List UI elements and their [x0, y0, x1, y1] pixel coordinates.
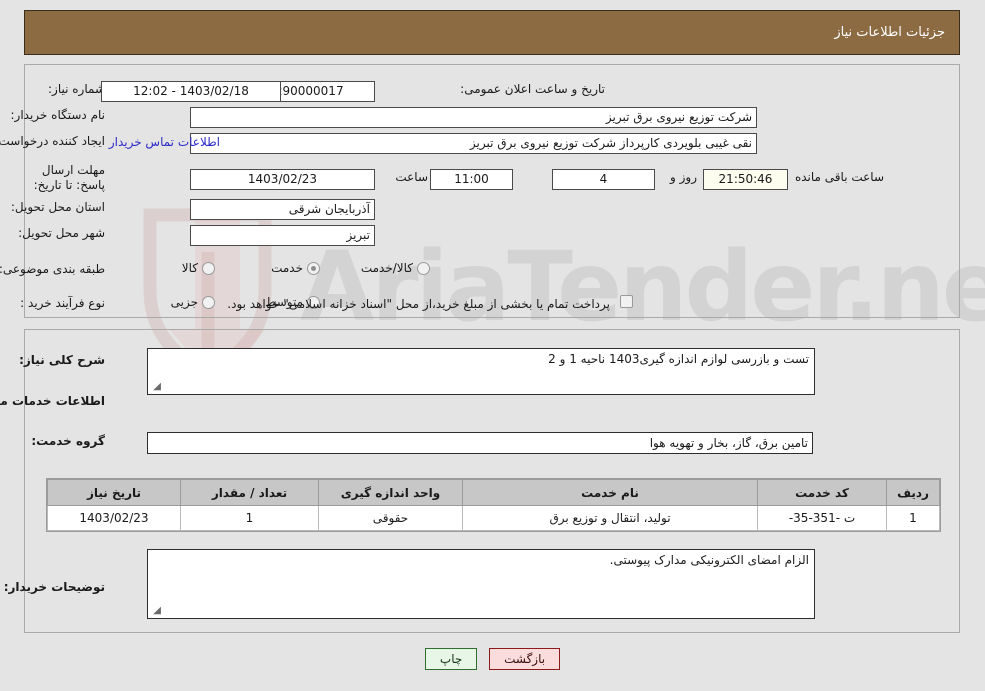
province-label-row: استان محل تحویل:	[11, 200, 105, 214]
contact-link-row: اطلاعات تماس خریدار	[109, 135, 220, 149]
buyer-notes-value: الزام امضای الکترونیکی مدارک پیوستی.	[609, 553, 809, 567]
description-textarea[interactable]: تست و بازرسی لوازم اندازه گیری1403 ناحیه…	[147, 348, 815, 395]
deadline-time-field[interactable]: 11:00	[430, 169, 513, 190]
need-number-label: شماره نیاز:	[48, 82, 105, 96]
category-option-service[interactable]: خدمت	[267, 261, 320, 275]
province-field[interactable]: آذربایجان شرقی	[190, 199, 375, 220]
services-heading-row: اطلاعات خدمات مورد نیاز	[0, 394, 105, 408]
buyer-notes-label: توضیحات خریدار:	[3, 580, 105, 594]
radio-goods-service-icon[interactable]	[417, 261, 430, 275]
category-option-goods-service[interactable]: کالا/خدمت	[357, 261, 430, 275]
deadline-label: مهلت ارسال پاسخ: تا تاریخ:	[33, 163, 105, 192]
service-group-label: گروه خدمت:	[31, 434, 105, 448]
hour-label: ساعت	[395, 170, 428, 184]
page-title: جزئیات اطلاعات نیاز	[834, 25, 945, 40]
treasury-bond-note: پرداخت تمام یا بخشی از مبلغ خرید،از محل …	[227, 297, 610, 311]
need-number-label-row: شماره نیاز:	[48, 82, 105, 96]
treasury-bond-checkbox-row[interactable]	[620, 295, 633, 308]
col-unit: واحد اندازه گیری	[318, 479, 463, 506]
announce-label-row: تاریخ و ساعت اعلان عمومی:	[460, 82, 605, 96]
process-option-minor-label: جزیی	[170, 295, 198, 309]
category-option-goods-label: کالا	[181, 261, 198, 275]
treasury-bond-note-row: پرداخت تمام یا بخشی از مبلغ خرید،از محل …	[227, 297, 610, 311]
city-field[interactable]: تبریز	[190, 225, 375, 246]
cell-quantity: 1	[180, 505, 319, 531]
category-option-goods-service-label: کالا/خدمت	[360, 261, 413, 275]
remaining-label-row: ساعت باقی مانده	[795, 170, 884, 184]
action-button-bar: بازگشت چاپ	[0, 648, 985, 670]
services-table-wrapper: ردیف کد خدمت نام خدمت واحد اندازه گیری ت…	[46, 478, 941, 532]
cell-unit: حقوقی	[318, 505, 463, 531]
public-announce-label: تاریخ و ساعت اعلان عمومی:	[460, 82, 605, 96]
description-label-row: شرح کلی نیاز:	[19, 353, 105, 367]
services-heading: اطلاعات خدمات مورد نیاز	[0, 394, 105, 408]
radio-service-icon[interactable]	[307, 261, 320, 275]
category-label: طبقه بندی موضوعی:	[0, 262, 105, 276]
buyer-org-field[interactable]: شرکت توزیع نیروی برق تبریز	[190, 107, 757, 128]
service-group-label-row: گروه خدمت:	[31, 434, 105, 448]
process-option-minor[interactable]: جزیی	[167, 295, 215, 309]
deadline-date-field[interactable]: 1403/02/23	[190, 169, 375, 190]
city-label: شهر محل تحویل:	[18, 226, 105, 240]
table-header-row: ردیف کد خدمت نام خدمت واحد اندازه گیری ت…	[47, 479, 940, 506]
remaining-hours-label: ساعت باقی مانده	[794, 170, 884, 184]
cell-service-name: تولید، انتقال و توزیع برق	[462, 505, 758, 531]
table-row[interactable]: 1 ت -351-35- تولید، انتقال و توزیع برق ح…	[47, 505, 940, 531]
countdown-timer-field: 21:50:46	[703, 169, 788, 190]
service-group-field[interactable]: تامین برق، گاز، بخار و تهویه هوا	[147, 432, 813, 454]
cell-need-date: 1403/02/23	[47, 505, 181, 531]
hour-label-row: ساعت	[395, 170, 428, 184]
category-option-goods[interactable]: کالا	[178, 261, 215, 275]
col-service-name: نام خدمت	[462, 479, 758, 506]
treasury-bond-checkbox-icon[interactable]	[620, 295, 633, 308]
process-label-row: نوع فرآیند خرید :	[20, 296, 105, 310]
creator-label: ایجاد کننده درخواست:	[0, 134, 105, 148]
description-value: تست و بازرسی لوازم اندازه گیری1403 ناحیه…	[548, 352, 809, 366]
print-button[interactable]: چاپ	[424, 648, 478, 670]
days-remaining-field[interactable]: 4	[552, 169, 655, 190]
province-label: استان محل تحویل:	[10, 200, 105, 214]
page-header: جزئیات اطلاعات نیاز	[24, 10, 960, 55]
services-table: ردیف کد خدمت نام خدمت واحد اندازه گیری ت…	[47, 479, 940, 531]
days-label: روز و	[670, 170, 697, 184]
radio-minor-icon[interactable]	[202, 295, 215, 309]
col-need-date: تاریخ نیاز	[47, 479, 181, 506]
cell-row-number: 1	[886, 505, 940, 531]
buyer-org-label-row: نام دستگاه خریدار:	[11, 108, 106, 122]
process-label: نوع فرآیند خرید :	[20, 296, 105, 310]
public-announce-field[interactable]: 1403/02/18 - 12:02	[101, 81, 281, 102]
resize-grip-icon[interactable]: ◢	[151, 606, 161, 616]
category-label-row: طبقه بندی موضوعی:	[0, 262, 105, 276]
category-option-service-label: خدمت	[271, 261, 303, 275]
creator-field[interactable]: نقی غیبی بلویردی کارپرداز شرکت توزیع نیر…	[190, 133, 757, 154]
resize-grip-icon[interactable]: ◢	[151, 382, 161, 392]
col-row-number: ردیف	[886, 479, 940, 506]
city-label-row: شهر محل تحویل:	[18, 226, 105, 240]
cell-service-code: ت -351-35-	[757, 505, 887, 531]
buyer-org-label: نام دستگاه خریدار:	[10, 108, 106, 122]
deadline-label-row: مهلت ارسال پاسخ: تا تاریخ:	[10, 163, 105, 193]
col-service-code: کد خدمت	[757, 479, 887, 506]
buyer-notes-label-row: توضیحات خریدار:	[4, 580, 105, 594]
buyer-contact-link[interactable]: اطلاعات تماس خریدار	[109, 135, 220, 149]
description-label: شرح کلی نیاز:	[19, 353, 105, 367]
back-button[interactable]: بازگشت	[489, 648, 561, 670]
buyer-notes-textarea[interactable]: الزام امضای الکترونیکی مدارک پیوستی. ◢	[147, 549, 815, 619]
days-label-row: روز و	[670, 170, 697, 184]
col-quantity: تعداد / مقدار	[180, 479, 319, 506]
need-info-panel	[24, 64, 960, 318]
radio-goods-icon[interactable]	[202, 261, 215, 275]
creator-label-row: ایجاد کننده درخواست:	[0, 134, 105, 148]
